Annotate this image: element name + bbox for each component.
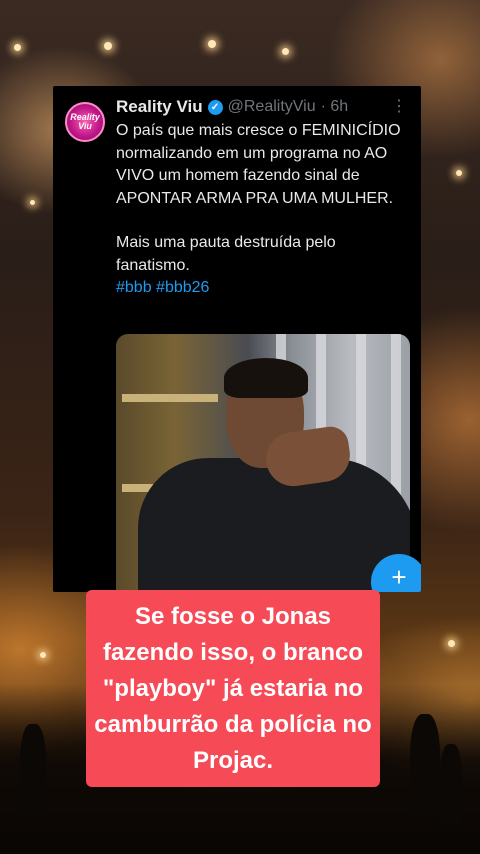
caption-text: Se fosse o Jonas fazendo isso, o branco … <box>94 602 372 774</box>
stage-light <box>14 44 21 51</box>
display-name[interactable]: Reality Viu <box>116 97 203 117</box>
person-hair <box>224 358 308 398</box>
tweet-paragraph: O país que mais cresce o FEMINICÍDIO nor… <box>116 122 401 207</box>
tweet-body: O país que mais cresce o FEMINICÍDIO nor… <box>116 120 411 300</box>
avatar[interactable]: Reality Viu <box>65 102 105 142</box>
stage-light <box>282 48 289 55</box>
tweet-header: Reality Viu ✓ @RealityViu · 6h <box>116 96 411 118</box>
background-stripe <box>391 334 401 504</box>
raised-hand <box>410 714 440 814</box>
stage-light <box>208 40 216 48</box>
stage-light <box>448 640 455 647</box>
stage-light <box>40 652 46 658</box>
tweet-media-image[interactable] <box>116 334 410 592</box>
more-icon[interactable]: ⋮ <box>391 96 407 116</box>
stage-light <box>456 170 462 176</box>
stage-light <box>104 42 112 50</box>
verified-badge-icon: ✓ <box>207 99 223 115</box>
caption-box: Se fosse o Jonas fazendo isso, o branco … <box>86 590 380 787</box>
tweet-paragraph: Mais uma pauta destruída pelo fanatismo. <box>116 234 336 274</box>
tweet-time[interactable]: · 6h <box>321 98 349 116</box>
stage-light <box>30 200 35 205</box>
raised-hand <box>440 744 462 824</box>
hashtags[interactable]: #bbb #bbb26 <box>116 277 411 300</box>
shelf <box>122 394 218 402</box>
raised-hand <box>20 724 46 814</box>
user-handle[interactable]: @RealityViu <box>228 98 316 116</box>
tweet-card[interactable]: Reality Viu Reality Viu ✓ @RealityViu · … <box>53 86 421 592</box>
